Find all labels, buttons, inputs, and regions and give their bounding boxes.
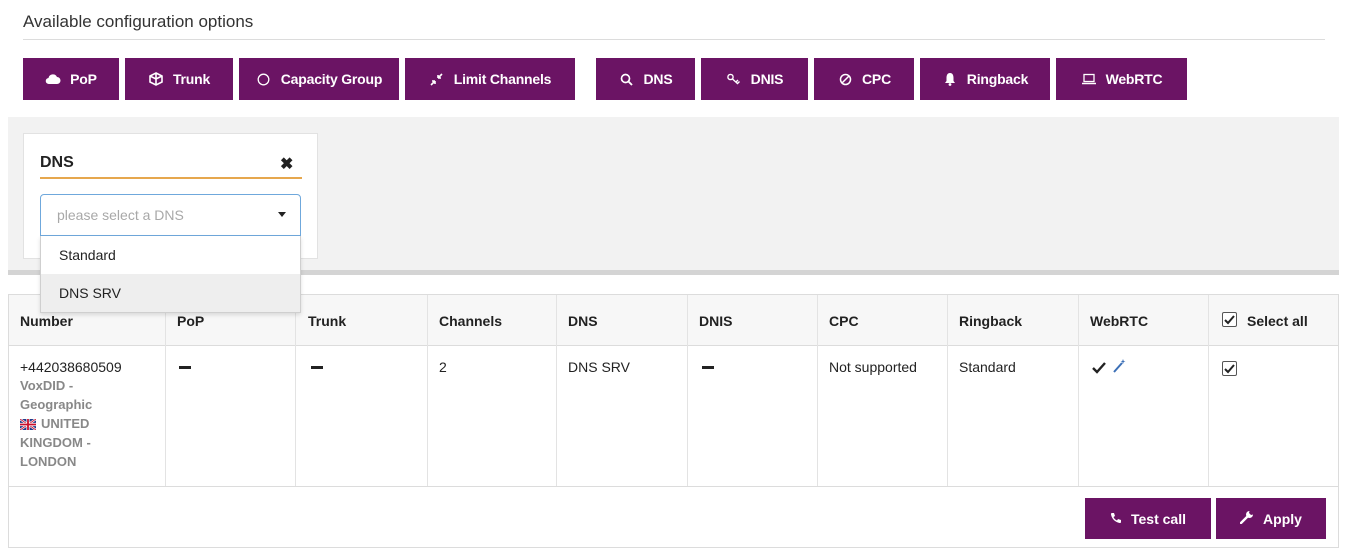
column-divider: [295, 295, 296, 486]
close-icon[interactable]: ✖: [280, 154, 293, 174]
ringback-value: Standard: [959, 359, 1016, 375]
number-type: Geographic: [20, 397, 93, 412]
title-divider: [23, 39, 1325, 40]
compress-icon: [429, 71, 445, 87]
number-value: +442038680509: [20, 359, 122, 375]
header-webrtc: WebRTC: [1090, 313, 1149, 329]
ban-icon: [837, 71, 853, 87]
dns-card-underline: [40, 177, 302, 179]
header-cpc: CPC: [829, 313, 859, 329]
pop-option-button[interactable]: PoP: [23, 58, 119, 100]
dnis-option-button[interactable]: DNIS: [701, 58, 808, 100]
magic-wand-icon[interactable]: [1112, 358, 1126, 378]
dns-option-standard[interactable]: Standard: [41, 236, 300, 274]
dns-option-button[interactable]: DNS: [596, 58, 695, 100]
dns-value: DNS SRV: [568, 359, 630, 375]
capacity-group-option-button[interactable]: Capacity Group: [239, 58, 399, 100]
column-divider: [1078, 295, 1079, 486]
pop-empty-dash: [179, 366, 191, 369]
dns-option-dns-srv[interactable]: DNS SRV: [41, 274, 300, 312]
number-city: LONDON: [20, 454, 77, 469]
header-dnis: DNIS: [699, 313, 733, 329]
column-divider: [687, 295, 688, 486]
header-ringback: Ringback: [959, 313, 1023, 329]
header-channels: Channels: [439, 313, 503, 329]
header-trunk: Trunk: [308, 313, 347, 329]
dns-select[interactable]: please select a DNS: [40, 194, 301, 236]
dnis-option-label: DNIS: [750, 71, 784, 87]
webrtc-option-button[interactable]: WebRTC: [1056, 58, 1187, 100]
cube-icon: [148, 71, 164, 87]
webrtc-option-label: WebRTC: [1105, 71, 1163, 87]
page-title: Available configuration options: [23, 12, 254, 31]
check-icon: [1224, 363, 1235, 373]
test-call-button[interactable]: Test call: [1085, 498, 1211, 539]
key-icon: [726, 71, 742, 87]
dns-option-label: DNS: [643, 71, 673, 87]
channels-value: 2: [439, 359, 447, 375]
header-number: Number: [20, 313, 73, 329]
column-divider: [165, 295, 166, 486]
column-divider: [556, 295, 557, 486]
capacity-group-option-label: Capacity Group: [280, 71, 383, 87]
header-pop: PoP: [177, 313, 205, 329]
cpc-option-button[interactable]: CPC: [814, 58, 914, 100]
caret-down-icon: [278, 212, 286, 217]
check-icon: [1224, 314, 1235, 324]
laptop-icon: [1081, 71, 1097, 87]
column-divider: [1208, 295, 1209, 486]
limit-channels-option-label: Limit Channels: [453, 71, 552, 87]
uk-flag-icon: [19, 417, 37, 431]
trunk-option-label: Trunk: [172, 71, 211, 87]
check-icon: [1092, 361, 1106, 379]
numbers-table: Number PoP Trunk Channels DNS DNIS CPC R…: [8, 294, 1339, 548]
search-icon: [619, 71, 635, 87]
trunk-empty-dash: [311, 366, 323, 369]
cpc-option-label: CPC: [862, 71, 891, 87]
row-select-checkbox[interactable]: [1222, 361, 1237, 376]
apply-label: Apply: [1263, 510, 1302, 527]
column-divider: [817, 295, 818, 486]
cloud-icon: [45, 71, 61, 87]
dns-dropdown-menu: Standard DNS SRV: [40, 236, 301, 313]
trunk-option-button[interactable]: Trunk: [125, 58, 233, 100]
limit-channels-option-button[interactable]: Limit Channels: [405, 58, 575, 100]
table-footer-divider: [9, 486, 1338, 487]
ringback-option-button[interactable]: Ringback: [920, 58, 1050, 100]
select-all-checkbox[interactable]: [1222, 312, 1237, 327]
header-select-all: Select all: [1247, 313, 1308, 329]
column-divider: [427, 295, 428, 486]
apply-button[interactable]: Apply: [1216, 498, 1326, 539]
phone-icon: [1110, 511, 1122, 527]
wrench-icon: [1239, 510, 1254, 527]
dns-select-placeholder: please select a DNS: [57, 207, 184, 223]
dns-card-title: DNS: [40, 154, 74, 171]
number-country-line2: KINGDOM -: [20, 435, 91, 450]
circle-icon: [256, 71, 272, 87]
pop-option-label: PoP: [70, 71, 97, 87]
ringback-option-label: Ringback: [966, 71, 1029, 87]
bell-icon: [942, 71, 958, 87]
test-call-label: Test call: [1131, 510, 1186, 527]
header-dns: DNS: [568, 313, 598, 329]
number-provider: VoxDID -: [20, 378, 74, 393]
column-divider: [947, 295, 948, 486]
cpc-value: Not supported: [829, 359, 917, 375]
number-country: UNITED: [41, 416, 90, 431]
dnis-empty-dash: [702, 366, 714, 369]
